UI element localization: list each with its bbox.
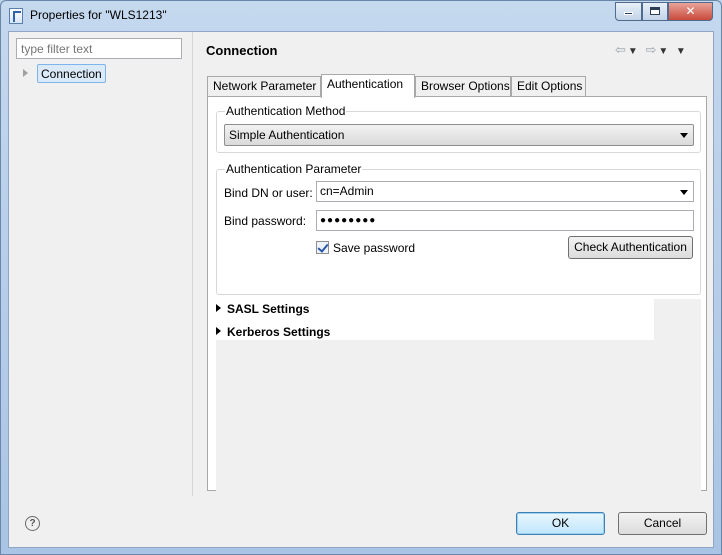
page-navigation: ⇦▼ ⇨▼ ▼ [615, 42, 688, 58]
tab-browser-options[interactable]: Browser Options [415, 76, 511, 97]
authentication-method-group: Authentication Method Simple Authenticat… [216, 104, 701, 153]
expand-arrow-icon[interactable] [216, 327, 221, 335]
authentication-method-legend: Authentication Method [225, 104, 347, 118]
minimize-icon [624, 12, 633, 15]
kerberos-settings-label[interactable]: Kerberos Settings [227, 325, 330, 339]
tab-edit-options[interactable]: Edit Options [511, 76, 586, 97]
forward-arrow-icon[interactable]: ⇨ [645, 42, 658, 58]
save-password-label[interactable]: Save password [333, 241, 415, 255]
sasl-settings-label[interactable]: SASL Settings [227, 302, 309, 316]
authentication-panel: Authentication Method Simple Authenticat… [207, 96, 707, 512]
bind-password-field[interactable]: ●●●●●●●● [316, 210, 694, 231]
navigation-pane: Connection [9, 32, 193, 496]
tab-network-parameter[interactable]: Network Parameter [207, 76, 321, 97]
back-menu-icon[interactable]: ▼ [628, 46, 640, 57]
ok-button[interactable]: OK [516, 512, 605, 535]
back-arrow-icon[interactable]: ⇦ [615, 42, 628, 58]
view-menu-icon[interactable]: ▼ [676, 46, 688, 57]
tab-bar: Network Parameter Authentication Browser… [207, 74, 697, 98]
title-bar[interactable]: Properties for "WLS1213" ✕ [1, 1, 721, 31]
maximize-button[interactable] [642, 2, 668, 21]
filter-input[interactable] [16, 38, 182, 59]
authentication-parameter-group: Authentication Parameter Bind DN or user… [216, 162, 701, 295]
check-authentication-button[interactable]: Check Authentication [568, 236, 693, 259]
page-title: Connection [206, 43, 278, 58]
tree-expand-icon[interactable] [23, 69, 28, 77]
sasl-settings-section[interactable]: SASL Settings [216, 302, 309, 316]
bind-dn-combo[interactable]: cn=Admin [316, 181, 694, 202]
authentication-method-value: Simple Authentication [229, 128, 345, 142]
bind-password-label: Bind password: [224, 214, 307, 228]
close-button[interactable]: ✕ [668, 2, 713, 21]
kerberos-settings-section[interactable]: Kerberos Settings [216, 325, 330, 339]
bind-dn-label: Bind DN or user: [224, 186, 313, 200]
app-icon [9, 8, 23, 24]
maximize-icon [650, 7, 660, 15]
window-title: Properties for "WLS1213" [30, 8, 167, 22]
save-password-checkbox[interactable] [316, 241, 329, 254]
empty-area [654, 299, 701, 341]
properties-window: Properties for "WLS1213" ✕ Connection Co… [0, 0, 722, 555]
close-icon: ✕ [685, 4, 696, 18]
cancel-button[interactable]: Cancel [618, 512, 707, 535]
authentication-method-select[interactable]: Simple Authentication [224, 124, 694, 146]
chevron-down-icon [680, 133, 688, 138]
help-icon[interactable]: ? [25, 516, 40, 531]
empty-area [216, 340, 701, 512]
dialog-client-area: Connection Connection ⇦▼ ⇨▼ ▼ Network Pa… [8, 31, 714, 548]
minimize-button[interactable] [615, 2, 642, 21]
chevron-down-icon [680, 190, 688, 195]
forward-menu-icon[interactable]: ▼ [658, 46, 670, 57]
bind-dn-value: cn=Admin [320, 184, 374, 198]
tree-item-label[interactable]: Connection [37, 64, 106, 83]
expand-arrow-icon[interactable] [216, 304, 221, 312]
authentication-parameter-legend: Authentication Parameter [225, 162, 363, 176]
tab-authentication[interactable]: Authentication [321, 74, 415, 98]
